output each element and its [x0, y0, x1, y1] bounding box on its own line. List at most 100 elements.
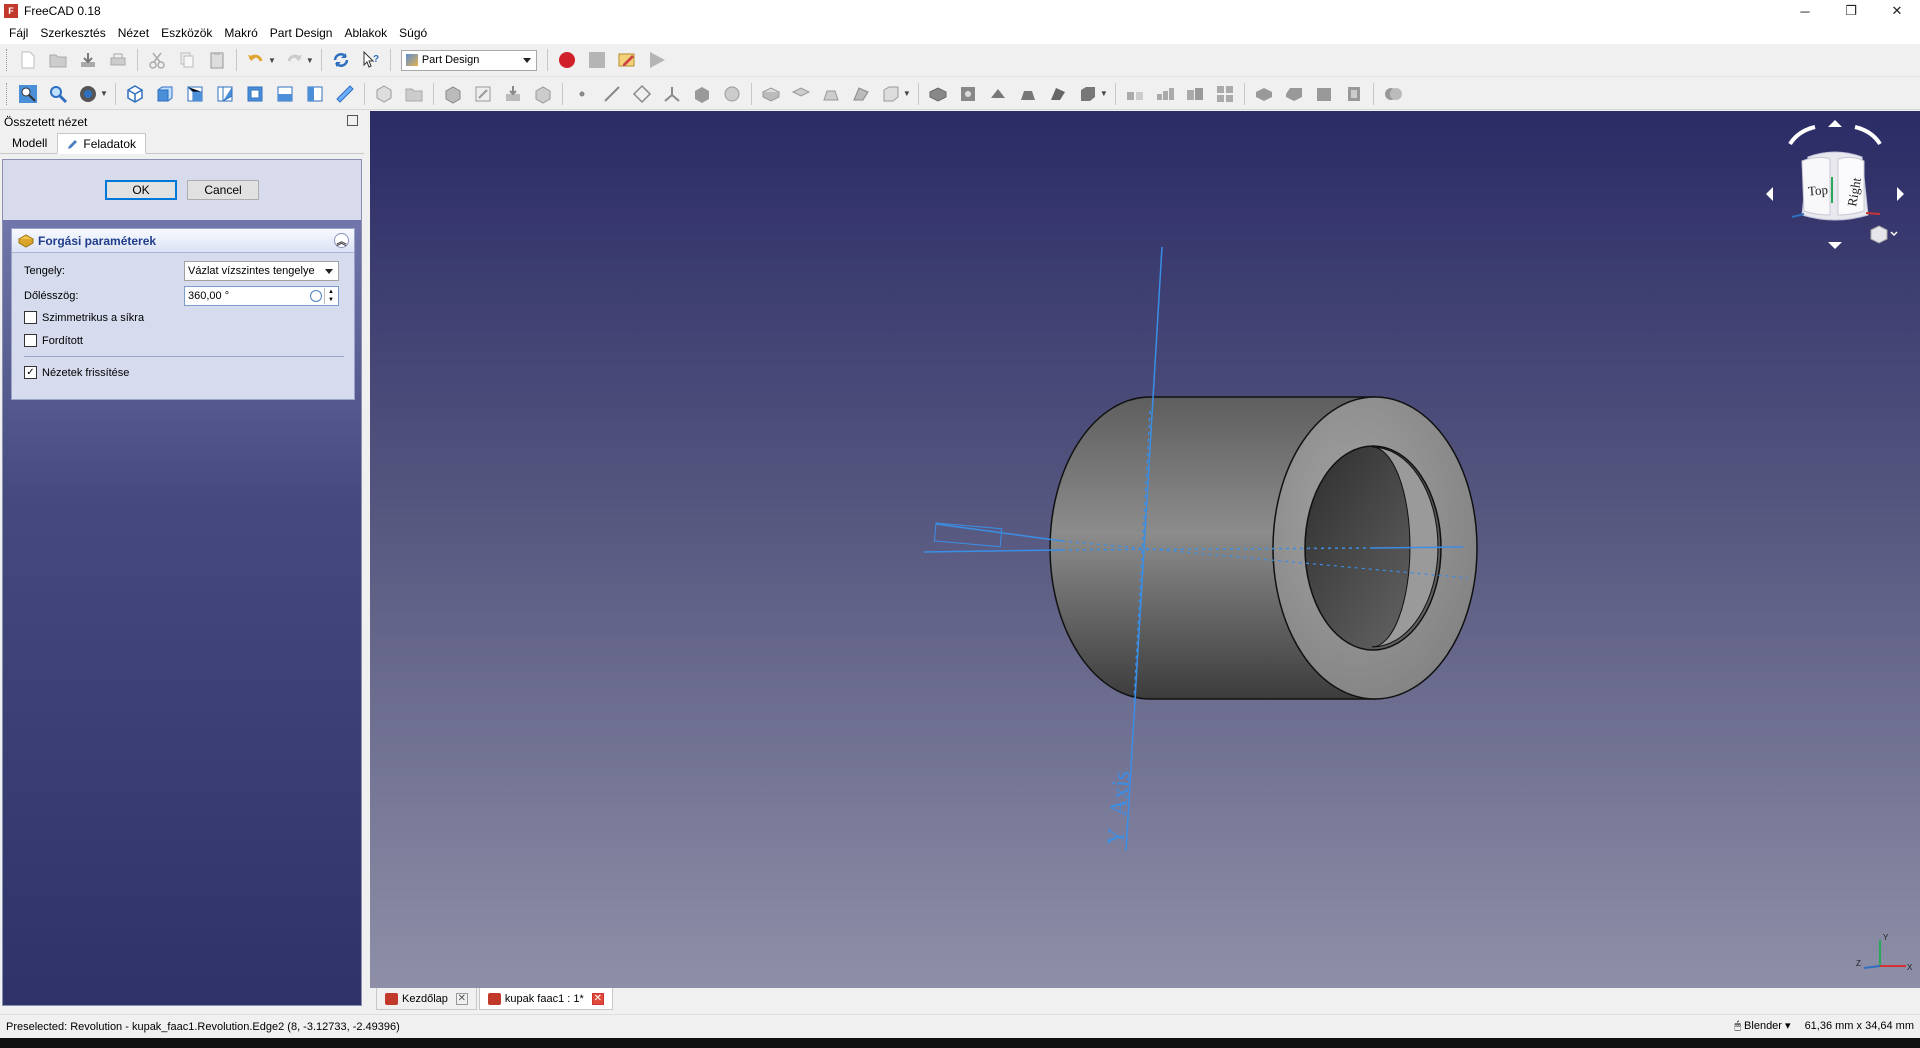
collapse-icon[interactable]: ︽: [334, 233, 349, 248]
minimize-button[interactable]: ─: [1782, 0, 1828, 22]
menu-tools[interactable]: Eszközök: [155, 22, 218, 44]
toolbar-grip[interactable]: [6, 82, 9, 105]
new-sketch-button[interactable]: [441, 82, 465, 106]
arrow-up-icon[interactable]: [1828, 120, 1842, 127]
measure-distance-button[interactable]: [333, 82, 357, 106]
undo-dropdown-icon[interactable]: ▼: [268, 56, 276, 65]
menu-file[interactable]: Fájl: [3, 22, 34, 44]
local-cs-button[interactable]: [660, 82, 684, 106]
save-button[interactable]: [76, 48, 100, 72]
reversed-checkbox[interactable]: [24, 334, 37, 347]
view-right-button[interactable]: [213, 82, 237, 106]
navigation-style-selector[interactable]: 🖱 Blender ▾: [1734, 1019, 1790, 1033]
pad-button[interactable]: [759, 82, 783, 106]
multi-transform-button[interactable]: [1213, 82, 1237, 106]
close-button[interactable]: ✕: [1874, 0, 1920, 22]
copy-button[interactable]: [175, 48, 199, 72]
axis-select[interactable]: Vázlat vízszintes tengelye: [184, 261, 339, 281]
arrow-left-icon[interactable]: [1766, 187, 1773, 201]
3d-viewport[interactable]: Y_Axis Top Right Y X Z: [370, 111, 1920, 988]
boolean-button[interactable]: [1381, 82, 1405, 106]
undock-icon[interactable]: [347, 115, 358, 126]
macro-run-button[interactable]: [645, 48, 669, 72]
draw-style-button[interactable]: [76, 82, 100, 106]
view-front-button[interactable]: [153, 82, 177, 106]
arrow-down-icon[interactable]: [1828, 242, 1842, 249]
ok-button[interactable]: OK: [105, 180, 177, 200]
navcube-body[interactable]: Top Right: [1791, 151, 1881, 221]
validate-sketch-button[interactable]: [531, 82, 555, 106]
whats-this-button[interactable]: ?: [359, 48, 383, 72]
map-sketch-button[interactable]: [501, 82, 525, 106]
macro-edit-button[interactable]: [615, 48, 639, 72]
subtractive-loft-button[interactable]: [1016, 82, 1040, 106]
undo-button[interactable]: [244, 48, 268, 72]
subtractive-primitive-dropdown-icon[interactable]: ▼: [1100, 89, 1108, 98]
hole-button[interactable]: [956, 82, 980, 106]
menu-macro[interactable]: Makró: [218, 22, 263, 44]
symmetric-checkbox[interactable]: [24, 311, 37, 324]
cut-button[interactable]: [145, 48, 169, 72]
loft-button[interactable]: [819, 82, 843, 106]
rotate-right-arrow-icon[interactable]: [1854, 125, 1882, 146]
view-bottom-button[interactable]: [273, 82, 297, 106]
datum-point-button[interactable]: [570, 82, 594, 106]
menu-windows[interactable]: Ablakok: [338, 22, 393, 44]
paste-button[interactable]: [205, 48, 229, 72]
menu-edit[interactable]: Szerkesztés: [34, 22, 111, 44]
tab-start-page[interactable]: Kezdőlap ✕: [376, 988, 477, 1010]
cancel-button[interactable]: Cancel: [187, 180, 259, 200]
arrow-right-icon[interactable]: [1897, 187, 1904, 201]
revolution-button[interactable]: [789, 82, 813, 106]
close-icon[interactable]: ✕: [591, 992, 604, 1005]
fit-selection-button[interactable]: [46, 82, 70, 106]
view-rear-button[interactable]: [243, 82, 267, 106]
datum-line-button[interactable]: [600, 82, 624, 106]
create-body-button[interactable]: [372, 82, 396, 106]
redo-button[interactable]: [282, 48, 306, 72]
clone-button[interactable]: [720, 82, 744, 106]
view-top-button[interactable]: [183, 82, 207, 106]
rotate-left-arrow-icon[interactable]: [1788, 125, 1816, 146]
fillet-button[interactable]: [1252, 82, 1276, 106]
navigation-cube[interactable]: Top Right: [1760, 117, 1910, 267]
spin-up-icon[interactable]: ▲: [328, 289, 334, 295]
macro-record-button[interactable]: [555, 48, 579, 72]
view-isometric-button[interactable]: [123, 82, 147, 106]
subtractive-primitive-button[interactable]: [1076, 82, 1100, 106]
workbench-selector[interactable]: Part Design: [400, 49, 537, 71]
tab-model[interactable]: Modell: [2, 132, 57, 153]
shape-binder-button[interactable]: [690, 82, 714, 106]
tab-tasks[interactable]: Feladatok: [57, 133, 147, 154]
fit-all-button[interactable]: [16, 82, 40, 106]
menu-part-design[interactable]: Part Design: [264, 22, 339, 44]
additive-primitive-button[interactable]: [879, 82, 903, 106]
menu-help[interactable]: Súgó: [393, 22, 433, 44]
additive-primitive-dropdown-icon[interactable]: ▼: [903, 89, 911, 98]
draw-style-dropdown-icon[interactable]: ▼: [100, 89, 108, 98]
macro-stop-button[interactable]: [585, 48, 609, 72]
edit-sketch-button[interactable]: [471, 82, 495, 106]
update-view-checkbox[interactable]: ✓: [24, 366, 37, 379]
linear-pattern-button[interactable]: [1153, 82, 1177, 106]
tab-document[interactable]: kupak faac1 : 1* ✕: [478, 988, 613, 1010]
open-button[interactable]: [46, 48, 70, 72]
angle-spinbox[interactable]: 360,00 ° ▲ ▼: [184, 286, 339, 306]
pipe-button[interactable]: [849, 82, 873, 106]
redo-dropdown-icon[interactable]: ▼: [306, 56, 314, 65]
expression-icon[interactable]: [310, 290, 322, 302]
refresh-button[interactable]: [329, 48, 353, 72]
create-part-button[interactable]: [402, 82, 426, 106]
menu-view[interactable]: Nézet: [112, 22, 155, 44]
restore-button[interactable]: ❐: [1828, 0, 1874, 22]
navcube-view-menu[interactable]: [1870, 225, 1898, 244]
new-document-button[interactable]: [16, 48, 40, 72]
thickness-button[interactable]: [1342, 82, 1366, 106]
chamfer-button[interactable]: [1282, 82, 1306, 106]
groove-button[interactable]: [986, 82, 1010, 106]
toolbar-grip[interactable]: [6, 49, 9, 71]
spin-down-icon[interactable]: ▼: [328, 297, 334, 303]
subtractive-pipe-button[interactable]: [1046, 82, 1070, 106]
navcube-top-label[interactable]: Top: [1807, 182, 1828, 198]
draft-button[interactable]: [1312, 82, 1336, 106]
